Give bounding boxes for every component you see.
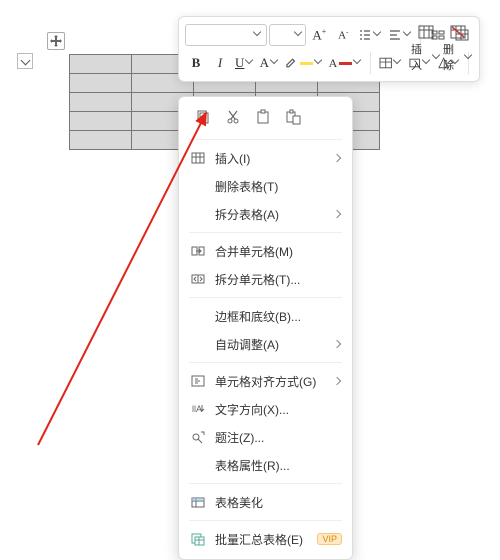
menu-delete-table-label: 删除表格(T) bbox=[215, 178, 342, 195]
strike-button[interactable]: A bbox=[258, 52, 281, 74]
decrease-font-button[interactable]: A- bbox=[332, 24, 354, 46]
underline-button[interactable]: U bbox=[233, 52, 256, 74]
menu-beautify-label: 表格美化 bbox=[215, 494, 342, 511]
summary-icon bbox=[189, 530, 207, 548]
bold-button[interactable]: B bbox=[185, 52, 207, 74]
merge-icon bbox=[189, 242, 207, 260]
chevron-right-icon bbox=[334, 378, 342, 384]
delete-button[interactable]: 删除 bbox=[443, 21, 473, 77]
insert-button[interactable]: 插入 bbox=[411, 21, 441, 77]
paste-special-icon[interactable] bbox=[283, 107, 303, 127]
align-icon bbox=[189, 372, 207, 390]
context-menu: 插入(I) 删除表格(T) 拆分表格(A) 合并单元格(M) 拆分单元格(T).… bbox=[178, 96, 353, 560]
font-family-select[interactable] bbox=[185, 24, 267, 46]
menu-cell-align[interactable]: 单元格对齐方式(G) bbox=[179, 367, 352, 395]
menu-cell-align-label: 单元格对齐方式(G) bbox=[215, 373, 326, 390]
menu-insert-label: 插入(I) bbox=[215, 150, 326, 167]
menu-insert[interactable]: 插入(I) bbox=[179, 144, 352, 172]
copy-icon[interactable] bbox=[193, 107, 213, 127]
insert-label: 插入 bbox=[411, 41, 432, 73]
menu-batch-summary[interactable]: 批量汇总表格(E) VIP bbox=[179, 525, 352, 553]
menu-split-table[interactable]: 拆分表格(A) bbox=[179, 200, 352, 228]
menu-properties-label: 表格属性(R)... bbox=[215, 457, 342, 474]
beautify-icon bbox=[189, 493, 207, 511]
outline-toggle[interactable] bbox=[17, 53, 33, 69]
table-icon bbox=[189, 149, 207, 167]
italic-button[interactable]: I bbox=[209, 52, 231, 74]
caption-icon bbox=[189, 428, 207, 446]
vip-badge: VIP bbox=[317, 533, 342, 545]
list-button[interactable] bbox=[356, 24, 384, 46]
menu-caption[interactable]: 题注(Z)... bbox=[179, 423, 352, 451]
floating-toolbar: A+ A- B I U A A bbox=[178, 16, 480, 82]
menu-delete-table[interactable]: 删除表格(T) bbox=[179, 172, 352, 200]
font-color-swatch bbox=[339, 62, 352, 65]
table-move-handle[interactable] bbox=[47, 32, 65, 50]
highlight-button[interactable] bbox=[282, 52, 324, 74]
table-button[interactable] bbox=[377, 52, 404, 74]
increase-font-button[interactable]: A+ bbox=[308, 24, 330, 46]
split-icon bbox=[189, 270, 207, 288]
menu-split-cells[interactable]: 拆分单元格(T)... bbox=[179, 265, 352, 293]
chevron-right-icon bbox=[334, 341, 342, 347]
menu-table-beautify[interactable]: 表格美化 bbox=[179, 488, 352, 516]
delete-label: 删除 bbox=[443, 41, 464, 73]
chevron-right-icon bbox=[334, 155, 342, 161]
menu-split-table-label: 拆分表格(A) bbox=[215, 206, 326, 223]
font-color-button[interactable]: A bbox=[327, 52, 364, 74]
menu-table-properties[interactable]: 表格属性(R)... bbox=[179, 451, 352, 479]
menu-caption-label: 题注(Z)... bbox=[215, 429, 342, 446]
menu-borders-shading[interactable]: 边框和底纹(B)... bbox=[179, 302, 352, 330]
cut-icon[interactable] bbox=[223, 107, 243, 127]
menu-summary-label: 批量汇总表格(E) bbox=[215, 531, 309, 548]
text-direction-icon: llA bbox=[189, 400, 207, 418]
menu-text-direction-label: 文字方向(X)... bbox=[215, 401, 342, 418]
menu-autofit-label: 自动调整(A) bbox=[215, 336, 326, 353]
menu-merge-cells-label: 合并单元格(M) bbox=[215, 243, 342, 260]
menu-text-direction[interactable]: llA 文字方向(X)... bbox=[179, 395, 352, 423]
paste-icon[interactable] bbox=[253, 107, 273, 127]
highlight-color-swatch bbox=[300, 62, 313, 65]
chevron-right-icon bbox=[334, 211, 342, 217]
font-size-select[interactable] bbox=[269, 24, 307, 46]
menu-borders-label: 边框和底纹(B)... bbox=[215, 308, 342, 325]
menu-autofit[interactable]: 自动调整(A) bbox=[179, 330, 352, 358]
align-button[interactable] bbox=[386, 24, 414, 46]
menu-split-cells-label: 拆分单元格(T)... bbox=[215, 271, 342, 288]
menu-merge-cells[interactable]: 合并单元格(M) bbox=[179, 237, 352, 265]
